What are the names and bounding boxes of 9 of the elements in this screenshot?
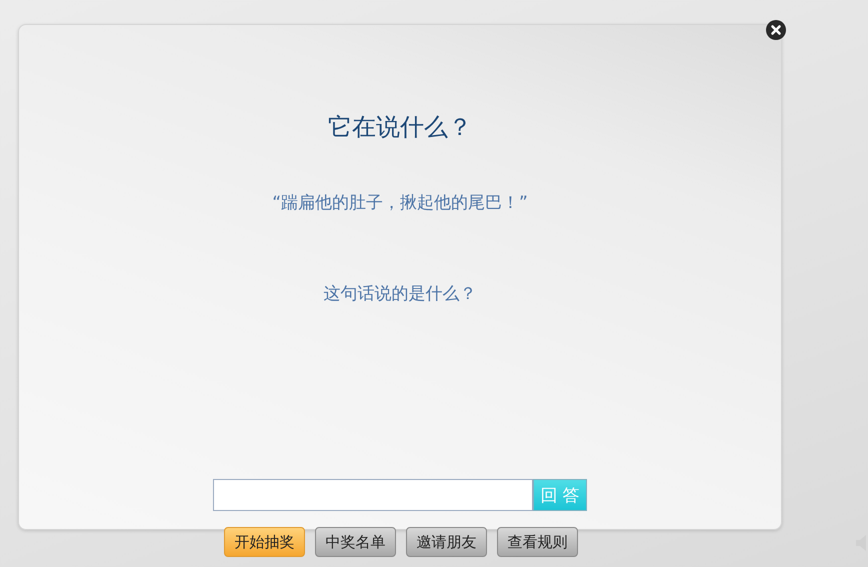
quote-text: “踹扁他的肚子，揪起他的尾巴！” — [272, 192, 528, 214]
menu-button[interactable]: 开始抽奖 — [224, 527, 305, 557]
menu-button[interactable]: 邀请朋友 — [406, 527, 487, 557]
answer-field[interactable] — [213, 479, 533, 511]
close-icon[interactable] — [766, 20, 786, 40]
question-text: 这句话说的是什么？ — [324, 283, 476, 305]
menu-button[interactable]: 查看规则 — [497, 527, 578, 557]
dialog-title: 它在说什么？ — [328, 112, 472, 143]
menu-button[interactable]: 中奖名单 — [315, 527, 396, 557]
